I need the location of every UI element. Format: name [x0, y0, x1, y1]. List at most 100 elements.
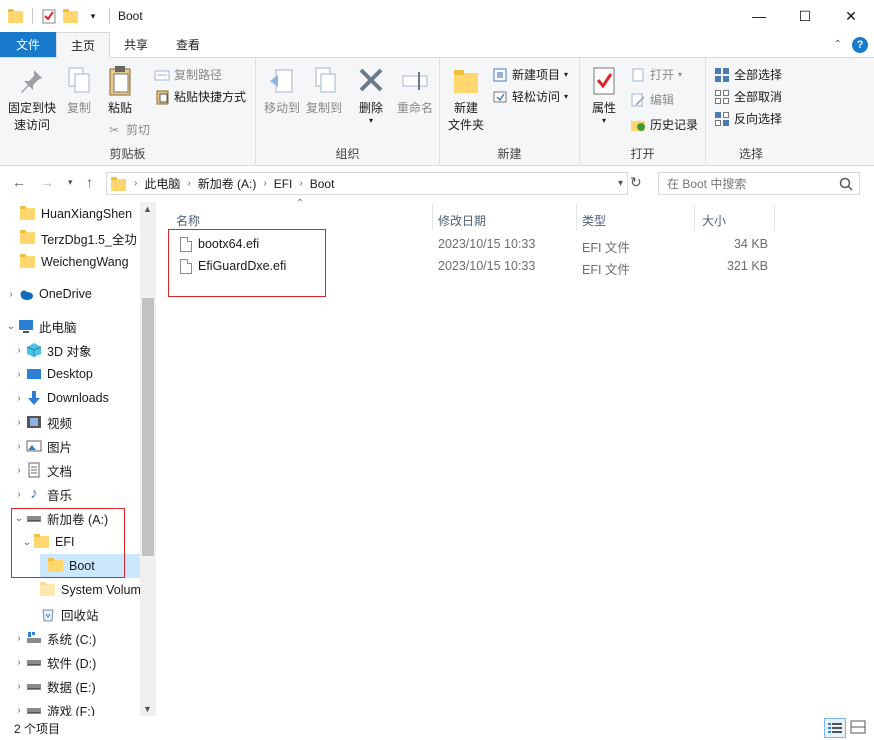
chevron-right-icon[interactable]: ›	[12, 633, 26, 644]
recent-locations-chevron-icon[interactable]: ▾	[68, 177, 73, 188]
chevron-right-icon[interactable]: ›	[12, 417, 26, 428]
tab-home[interactable]: 主页	[56, 32, 111, 58]
nav-scrollbar[interactable]: ▲ ▼	[140, 202, 156, 716]
nav-item-3d-objects[interactable]: › 3D 对象	[12, 338, 91, 362]
move-to-button[interactable]: 移动到	[260, 64, 304, 117]
invert-selection-button[interactable]: 反向选择	[714, 110, 782, 127]
system-drive-icon	[26, 630, 42, 646]
large-icons-view-button[interactable]	[848, 718, 870, 738]
nav-item-system-volume[interactable]: System Volum	[40, 578, 141, 602]
address-dropdown-icon[interactable]: ▾	[618, 178, 623, 189]
column-divider[interactable]	[694, 204, 695, 230]
nav-item-drive-e[interactable]: › 数据 (E:)	[12, 674, 95, 698]
breadcrumb-efi[interactable]: EFI	[274, 177, 293, 191]
copy-path-button[interactable]: 复制路径	[154, 66, 222, 83]
open-button[interactable]: 打开 ▾	[630, 66, 682, 83]
scroll-down-icon[interactable]: ▼	[143, 704, 152, 714]
nav-item-this-pc[interactable]: ⌄ 此电脑	[4, 314, 77, 338]
scroll-up-icon[interactable]: ▲	[143, 204, 152, 214]
copy-button[interactable]: 复制	[62, 64, 96, 117]
open-group: 属性 ▾ 打开 ▾ 编辑 历史记录 打开	[580, 58, 706, 166]
nav-item-huanxiangshen[interactable]: HuanXiangShen	[20, 202, 132, 226]
open-icon	[630, 67, 646, 83]
paste-shortcut-label: 粘贴快捷方式	[174, 90, 247, 104]
new-folder-icon[interactable]	[63, 8, 79, 24]
properties-button[interactable]: 属性 ▾	[586, 64, 622, 125]
paste-shortcut-button[interactable]: 粘贴快捷方式	[154, 88, 246, 105]
properties-dropdown-icon[interactable]: ▾	[602, 117, 606, 125]
select-all-button[interactable]: 全部选择	[714, 66, 782, 83]
paste-button[interactable]: 粘贴	[102, 64, 138, 117]
forward-arrow-icon[interactable]: →	[40, 174, 54, 190]
copy-to-button[interactable]: 复制到	[302, 64, 346, 117]
back-arrow-icon[interactable]: ←	[12, 174, 26, 190]
crumb-separator-icon: ›	[299, 178, 303, 189]
properties-label: 属性	[591, 101, 616, 115]
column-header-size[interactable]: 大小	[702, 208, 726, 232]
nav-label: 回收站	[61, 608, 99, 623]
nav-item-drive-f[interactable]: › 游戏 (F:)	[12, 698, 95, 717]
breadcrumb-boot[interactable]: Boot	[310, 177, 335, 191]
collapse-ribbon-icon[interactable]: ⌃	[834, 39, 842, 50]
chevron-right-icon[interactable]: ›	[12, 345, 26, 356]
chevron-right-icon[interactable]: ›	[12, 657, 26, 668]
nav-item-drive-c[interactable]: › 系统 (C:)	[12, 626, 96, 650]
nav-item-documents[interactable]: › 文档	[12, 458, 72, 482]
nav-item-desktop[interactable]: › Desktop	[12, 362, 93, 386]
nav-item-drive-d[interactable]: › 软件 (D:)	[12, 650, 96, 674]
pin-quick-access-button[interactable]: 固定到快 速访问	[6, 64, 58, 134]
details-view-button[interactable]	[824, 718, 846, 738]
new-item-button[interactable]: 新建项目 ▾	[492, 66, 568, 83]
chevron-right-icon[interactable]: ›	[12, 705, 26, 716]
nav-item-pictures[interactable]: › 图片	[12, 434, 72, 458]
chevron-down-icon[interactable]: ⌄	[4, 321, 18, 332]
nav-item-onedrive[interactable]: › OneDrive	[4, 282, 91, 306]
cut-button[interactable]: ✂ 剪切	[106, 121, 150, 138]
edit-button[interactable]: 编辑	[630, 91, 674, 108]
close-button[interactable]: ✕	[828, 0, 874, 32]
history-button[interactable]: 历史记录	[630, 116, 698, 133]
rename-button[interactable]: 重命名	[394, 64, 436, 117]
nav-item-downloads[interactable]: › Downloads	[12, 386, 109, 410]
easy-access-icon	[492, 89, 508, 105]
tab-view[interactable]: 查看	[162, 32, 214, 57]
properties-check-icon[interactable]	[41, 8, 57, 24]
chevron-right-icon[interactable]: ›	[12, 393, 26, 404]
customize-dropdown-icon[interactable]: ▾	[85, 8, 101, 24]
delete-dropdown-icon[interactable]: ▾	[369, 117, 373, 125]
search-box[interactable]: 在 Boot 中搜索	[658, 172, 860, 195]
chevron-right-icon[interactable]: ›	[12, 681, 26, 692]
tab-file[interactable]: 文件	[0, 32, 56, 57]
maximize-button[interactable]: ☐	[782, 0, 828, 32]
nav-item-terzdbg[interactable]: TerzDbg1.5_全功	[20, 226, 137, 250]
nav-item-recycle-bin[interactable]: 回收站	[40, 602, 99, 626]
delete-button[interactable]: 删除 ▾	[354, 64, 388, 125]
up-arrow-icon[interactable]: ↑	[86, 174, 93, 190]
column-divider[interactable]	[432, 204, 433, 230]
column-divider[interactable]	[576, 204, 577, 230]
refresh-icon[interactable]: ↻	[630, 174, 642, 191]
minimize-button[interactable]: —	[736, 0, 782, 32]
chevron-right-icon[interactable]: ›	[4, 289, 18, 300]
new-folder-button[interactable]: 新建 文件夹	[446, 64, 486, 134]
column-divider[interactable]	[774, 204, 775, 230]
breadcrumb-this-pc[interactable]: 此电脑	[144, 175, 180, 192]
chevron-right-icon[interactable]: ›	[12, 369, 26, 380]
column-header-modified[interactable]: 修改日期	[438, 208, 486, 232]
chevron-right-icon[interactable]: ›	[12, 489, 26, 500]
chevron-right-icon[interactable]: ›	[12, 441, 26, 452]
nav-item-videos[interactable]: › 视频	[12, 410, 72, 434]
breadcrumb-volume-a[interactable]: 新加卷 (A:)	[198, 175, 257, 192]
file-modified: 2023/10/15 10:33	[438, 259, 536, 273]
scrollbar-thumb[interactable]	[142, 298, 154, 556]
paste-label: 粘贴	[107, 101, 132, 115]
tab-share[interactable]: 共享	[110, 32, 162, 57]
nav-item-weichengwang[interactable]: WeichengWang	[20, 250, 129, 274]
chevron-right-icon[interactable]: ›	[12, 465, 26, 476]
select-none-button[interactable]: 全部取消	[714, 88, 782, 105]
column-header-type[interactable]: 类型	[582, 208, 606, 232]
nav-item-music[interactable]: › ♪ 音乐	[12, 482, 72, 506]
easy-access-button[interactable]: 轻松访问 ▾	[492, 88, 568, 105]
help-icon[interactable]: ?	[852, 36, 868, 53]
address-bar[interactable]: › 此电脑 › 新加卷 (A:) › EFI › Boot ▾	[106, 172, 628, 195]
